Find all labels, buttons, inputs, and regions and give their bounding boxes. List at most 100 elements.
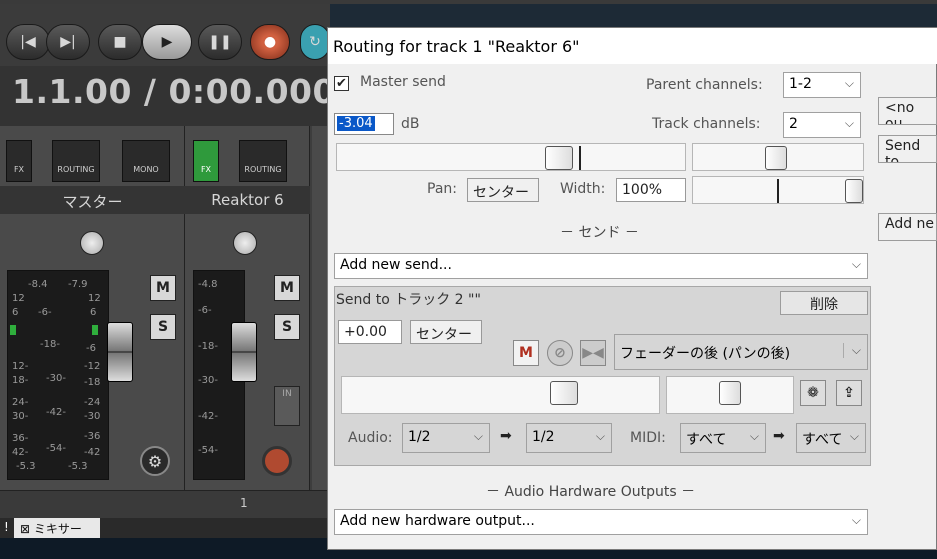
io-icon: ⇪ (843, 385, 855, 401)
send-volume-field[interactable]: +0.00 (338, 320, 402, 344)
volume-unit: dB (401, 116, 420, 132)
send-volume-thumb[interactable] (550, 381, 578, 405)
chevron-down-icon: ⌵ (473, 429, 483, 443)
pan-value-field[interactable]: センター (467, 178, 539, 202)
time-display: 1.1.00 / 0:00.000 (12, 72, 336, 111)
chevron-down-icon: ⌵ (595, 429, 605, 443)
send-title: Send to トラック 2 "" (336, 292, 481, 308)
master-fx-button[interactable]: FX (6, 140, 32, 182)
delete-send-button[interactable]: 削除 (780, 291, 868, 315)
audio-source-select[interactable]: 1/2 ⌵ (402, 423, 490, 453)
width-slider[interactable] (692, 176, 864, 204)
width-label: Width: (560, 181, 606, 197)
chevron-down-icon: ⌵ (749, 429, 759, 443)
repeat-button[interactable]: ↻ (300, 24, 330, 60)
meter-peak-left (10, 325, 16, 335)
play-icon: ▶ (161, 34, 173, 50)
record-icon: ● (263, 34, 277, 50)
skip-forward-icon: ▶| (60, 34, 76, 50)
track1-volume-fader[interactable] (231, 322, 257, 382)
send-volume-slider[interactable] (341, 376, 660, 414)
volume-slider-zero-mark (579, 146, 581, 170)
volume-input[interactable]: -3.04 (334, 113, 394, 135)
send-mono-button[interactable]: ▶◀ (580, 340, 606, 366)
pause-button[interactable]: ❚❚ (198, 24, 242, 60)
envelope-icon: ❁ (807, 385, 819, 401)
track1-record-arm[interactable] (262, 446, 292, 476)
send-mode-select[interactable]: フェーダーの後 (パンの後) ⌵ (614, 334, 868, 370)
midi-source-select[interactable]: すべて ⌵ (680, 423, 766, 453)
midi-dest-select[interactable]: すべて ⌵ (796, 423, 866, 453)
midi-arrow-icon: ➡ (773, 428, 785, 444)
track1-routing-button[interactable]: ROUTING (239, 140, 287, 182)
send-pan-field[interactable]: センター (410, 320, 482, 344)
send-pan-slider[interactable] (666, 376, 794, 414)
master-settings-button[interactable]: ⚙ (140, 446, 170, 476)
audio-arrow-icon: ➡ (500, 428, 512, 444)
add-new-send-select[interactable]: Add new send... ⌵ (334, 253, 868, 279)
volume-slider[interactable] (336, 143, 686, 171)
send-phase-button[interactable]: ⊘ (547, 340, 573, 366)
mixer-tab[interactable]: ⊠ ミキサー (14, 518, 100, 538)
send-mute-button[interactable]: M (513, 340, 539, 366)
master-volume-fader[interactable] (107, 322, 133, 382)
dialog-title: Routing for track 1 "Reaktor 6" (328, 28, 937, 64)
meter-peak-right (92, 325, 98, 335)
transport-bar: |◀ ▶| ■ ▶ ❚❚ ● ↻ (0, 4, 330, 66)
play-button[interactable]: ▶ (142, 24, 192, 60)
chevron-down-icon: ⌵ (849, 429, 859, 444)
master-send-checkbox[interactable]: ✔ (334, 76, 349, 91)
add-new-receive-select[interactable]: Add ne (878, 213, 937, 241)
master-solo-button[interactable]: S (150, 314, 176, 340)
mono-icon: ▶◀ (582, 345, 604, 361)
pause-icon: ❚❚ (208, 34, 232, 50)
midi-label: MIDI: (630, 430, 666, 446)
skip-forward-button[interactable]: ▶| (46, 24, 90, 60)
master-send-label: Master send (360, 74, 446, 90)
pan-slider-thumb[interactable] (765, 146, 787, 170)
track1-name: Reaktor 6 (185, 186, 310, 214)
repeat-icon: ↻ (309, 34, 321, 50)
chevron-down-icon: ⌵ (844, 116, 854, 130)
width-center-mark (777, 179, 779, 203)
track-channels-select[interactable]: 2 ⌵ (783, 112, 861, 138)
volume-slider-thumb[interactable] (545, 146, 573, 170)
skip-back-button[interactable]: |◀ (6, 24, 50, 60)
stop-button[interactable]: ■ (98, 24, 142, 60)
parent-channels-select[interactable]: 1-2 ⌵ (783, 72, 861, 98)
pan-slider[interactable] (692, 143, 864, 171)
track1-mute-button[interactable]: M (274, 275, 300, 301)
mixer-track-numbers: 1 (0, 490, 330, 518)
track1-pan-knob[interactable] (233, 231, 257, 255)
send-pan-thumb[interactable] (719, 381, 741, 405)
master-mute-button[interactable]: M (150, 275, 176, 301)
stop-icon: ■ (113, 34, 127, 50)
track-channels-label: Track channels: (652, 116, 761, 132)
track1-fx-button[interactable]: FX (193, 140, 219, 182)
receive-source-select[interactable]: <no ou (878, 97, 937, 125)
add-hardware-output-select[interactable]: Add new hardware output... ⌵ (334, 509, 868, 535)
master-mono-button[interactable]: MONO (122, 140, 170, 182)
send-envelope-button[interactable]: ❁ (800, 380, 826, 406)
track1-fx-row: FX ROUTING (193, 140, 313, 182)
skip-back-icon: |◀ (20, 34, 36, 50)
send-to-button[interactable]: Send to (878, 135, 937, 163)
master-meter: -8.4 -7.9 12 6 -6- -18- 12- -30- 18- 24-… (7, 270, 109, 480)
chevron-down-icon: ⌵ (842, 343, 861, 358)
master-pan-knob[interactable] (80, 231, 104, 255)
track1-solo-button[interactable]: S (274, 314, 300, 340)
close-icon[interactable]: ⊠ (20, 522, 30, 536)
phase-icon: ⊘ (554, 345, 566, 361)
send-io-button[interactable]: ⇪ (836, 380, 862, 406)
parent-channels-label: Parent channels: (646, 77, 763, 93)
audio-dest-select[interactable]: 1/2 ⌵ (526, 423, 612, 453)
chevron-down-icon: ⌵ (851, 257, 861, 271)
master-routing-button[interactable]: ROUTING (52, 140, 100, 182)
sends-header: － センド － (560, 225, 639, 241)
width-value-field[interactable]: 100% (616, 178, 686, 202)
pan-label: Pan: (427, 181, 457, 197)
width-slider-thumb[interactable] (845, 179, 863, 203)
master-fx-row: FX ROUTING MONO (6, 140, 186, 182)
track1-input-button[interactable]: IN (274, 386, 300, 426)
record-button[interactable]: ● (250, 24, 290, 60)
